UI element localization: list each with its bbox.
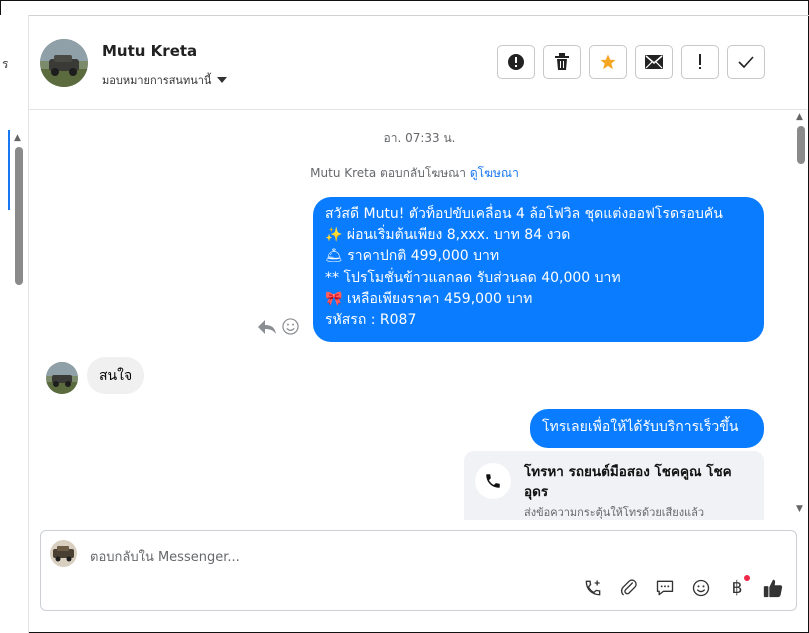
ad-reply-text: Mutu Kreta ตอบกลับโฆษณา <box>310 166 467 180</box>
mail-icon <box>645 55 663 69</box>
message-line: 🎀 เหลือเพียงราคา 459,000 บาท <box>325 290 533 307</box>
comment-icon <box>656 580 674 596</box>
smiley-reaction-icon[interactable] <box>282 318 299 335</box>
alert-circle-icon <box>508 54 524 70</box>
message-timestamp: อา. 07:33 น. <box>383 131 456 145</box>
message-line: รหัสรถ : R087 <box>325 312 417 329</box>
attach-button[interactable] <box>618 577 640 599</box>
outgoing-message-bubble[interactable]: สวัสดี Mutu! ตัวท็อปขับเคลื่อน 4 ล้อโฟวิ… <box>313 197 764 342</box>
scroll-down-arrow-icon[interactable]: ▼ <box>796 504 803 514</box>
call-add-button[interactable] <box>582 577 604 599</box>
payment-button[interactable]: ฿ <box>726 575 750 599</box>
star-button[interactable] <box>589 45 627 79</box>
message-line: สวัสดี Mutu! ตัวท็อปขับเคลื่อน 4 ล้อโฟวิ… <box>325 206 723 222</box>
caret-down-icon <box>217 76 228 83</box>
contact-avatar[interactable] <box>40 39 88 87</box>
conversation-header: Mutu Kreta มอบหมายการสนทนานี้ <box>29 16 807 110</box>
reply-input-placeholder[interactable]: ตอบกลับใน Messenger... <box>90 546 240 567</box>
baht-icon: ฿ <box>731 578 743 598</box>
message-line: ** โปรโมชั่นข้าวแลกลด รับส่วนลด 40,000 บ… <box>325 269 621 286</box>
phone-icon <box>486 474 500 488</box>
scroll-up-arrow-icon[interactable]: ▲ <box>796 112 803 122</box>
message-line: ✨ ผ่อนเริ่มต้นเพียง 8,xxx. บาท 84 งวด <box>325 227 571 244</box>
call-card-title: โทรหา รถยนต์มือสอง โชคคูณ โชค อุดร <box>524 464 732 500</box>
notification-dot <box>744 575 750 581</box>
exclamation-icon <box>699 54 701 69</box>
like-button[interactable] <box>762 577 784 599</box>
assign-conversation-dropdown[interactable]: มอบหมายการสนทนานี้ <box>102 71 228 89</box>
mark-important-button[interactable] <box>681 45 719 79</box>
star-icon <box>600 54 616 70</box>
header-actions <box>497 45 765 79</box>
paperclip-icon <box>620 579 637 596</box>
emoji-button[interactable] <box>690 577 712 599</box>
saved-replies-button[interactable] <box>654 577 676 599</box>
delete-button[interactable] <box>543 45 581 79</box>
assign-label: มอบหมายการสนทนานี้ <box>102 74 212 87</box>
mail-button[interactable] <box>635 45 673 79</box>
call-request-card[interactable]: โทรหา รถยนต์มือสอง โชคคูณ โชค อุดร ส่งข้… <box>464 451 764 520</box>
outgoing-message-bubble[interactable]: โทรเลยเพื่อให้ได้รับบริการเร็วขึ้น <box>530 409 764 448</box>
composer-toolbar: ฿ <box>582 575 784 599</box>
smiley-icon <box>692 579 710 597</box>
ad-reply-notice: Mutu Kreta ตอบกลับโฆษณา ดูโฆษณา <box>0 164 809 183</box>
conversation-list-edge: ร ▲ <box>0 15 29 633</box>
incoming-message-bubble[interactable]: สนใจ <box>87 357 145 394</box>
truncated-text: ร <box>2 57 9 71</box>
phone-add-icon <box>585 580 601 596</box>
thumbs-up-icon <box>763 579 783 598</box>
message-actions <box>258 318 299 335</box>
trash-icon <box>555 53 569 70</box>
reply-composer[interactable]: ตอบกลับใน Messenger... ฿ <box>40 530 797 611</box>
contact-name: Mutu Kreta <box>102 42 198 60</box>
contact-avatar-small[interactable] <box>46 362 78 394</box>
alert-button[interactable] <box>497 45 535 79</box>
view-ad-link[interactable]: ดูโฆษณา <box>470 166 519 180</box>
page-avatar <box>50 540 77 567</box>
message-line: 🛎 ราคาปกติ 499,000 บาท <box>325 248 500 265</box>
mark-done-button[interactable] <box>727 45 765 79</box>
reply-icon[interactable] <box>258 319 276 335</box>
call-card-subtitle: ส่งข้อความกระตุ้นให้โทรด้วยเสียงแล้ว <box>524 506 705 519</box>
phone-icon-wrap <box>475 463 511 499</box>
check-icon <box>738 56 754 68</box>
